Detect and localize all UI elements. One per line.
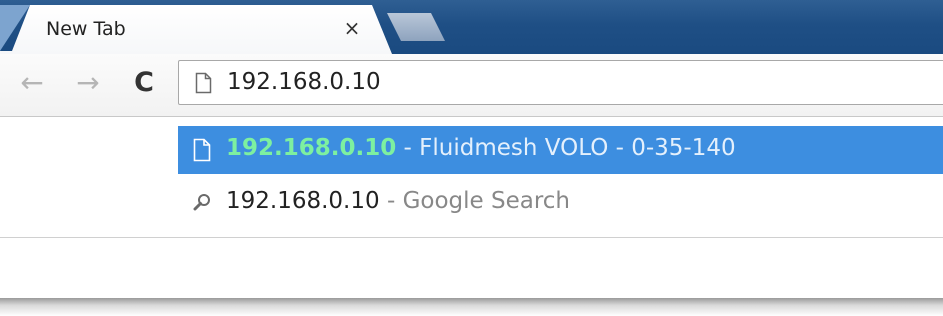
back-arrow-icon[interactable]: ← [16, 63, 48, 103]
suggestion-description: Fluidmesh VOLO - 0-35-140 [419, 135, 736, 161]
search-icon [193, 191, 211, 215]
forward-arrow-icon[interactable]: → [72, 63, 104, 103]
address-bar[interactable] [178, 60, 943, 105]
suggestion-text: 192.168.0.10 - Fluidmesh VOLO - 0-35-140 [226, 135, 736, 161]
page-content-area [0, 238, 943, 298]
page-icon [195, 72, 212, 94]
tab-strip: New Tab × [0, 0, 943, 54]
suggestion-item-google-search[interactable]: 192.168.0.10 - Google Search [178, 179, 943, 227]
suggestion-dropdown: 192.168.0.10 - Fluidmesh VOLO - 0-35-140… [0, 116, 943, 237]
close-icon[interactable]: × [342, 17, 362, 39]
suggestion-url: 192.168.0.10 [226, 188, 380, 214]
suggestion-separator: - [379, 188, 403, 214]
window-shadow [0, 298, 943, 316]
browser-window: New Tab × ← → C 192.168.0.10 192.168.0.1… [0, 0, 943, 316]
page-icon [193, 138, 211, 162]
suggestion-separator: - [396, 135, 420, 161]
suggestion-description: Google Search [402, 188, 570, 214]
address-input[interactable] [227, 67, 927, 97]
toolbar: ← → C [0, 54, 943, 116]
suggestion-url: 192.168.0.10 [226, 135, 397, 161]
tab-new-tab[interactable]: New Tab × [0, 5, 392, 54]
suggestion-item-fluidmesh[interactable]: 192.168.0.10 - Fluidmesh VOLO - 0-35-140 [178, 126, 943, 174]
reload-icon[interactable]: C [128, 63, 160, 103]
new-tab-button[interactable] [387, 13, 445, 41]
tab-title: New Tab [46, 18, 126, 40]
suggestion-text: 192.168.0.10 - Google Search [226, 188, 570, 214]
